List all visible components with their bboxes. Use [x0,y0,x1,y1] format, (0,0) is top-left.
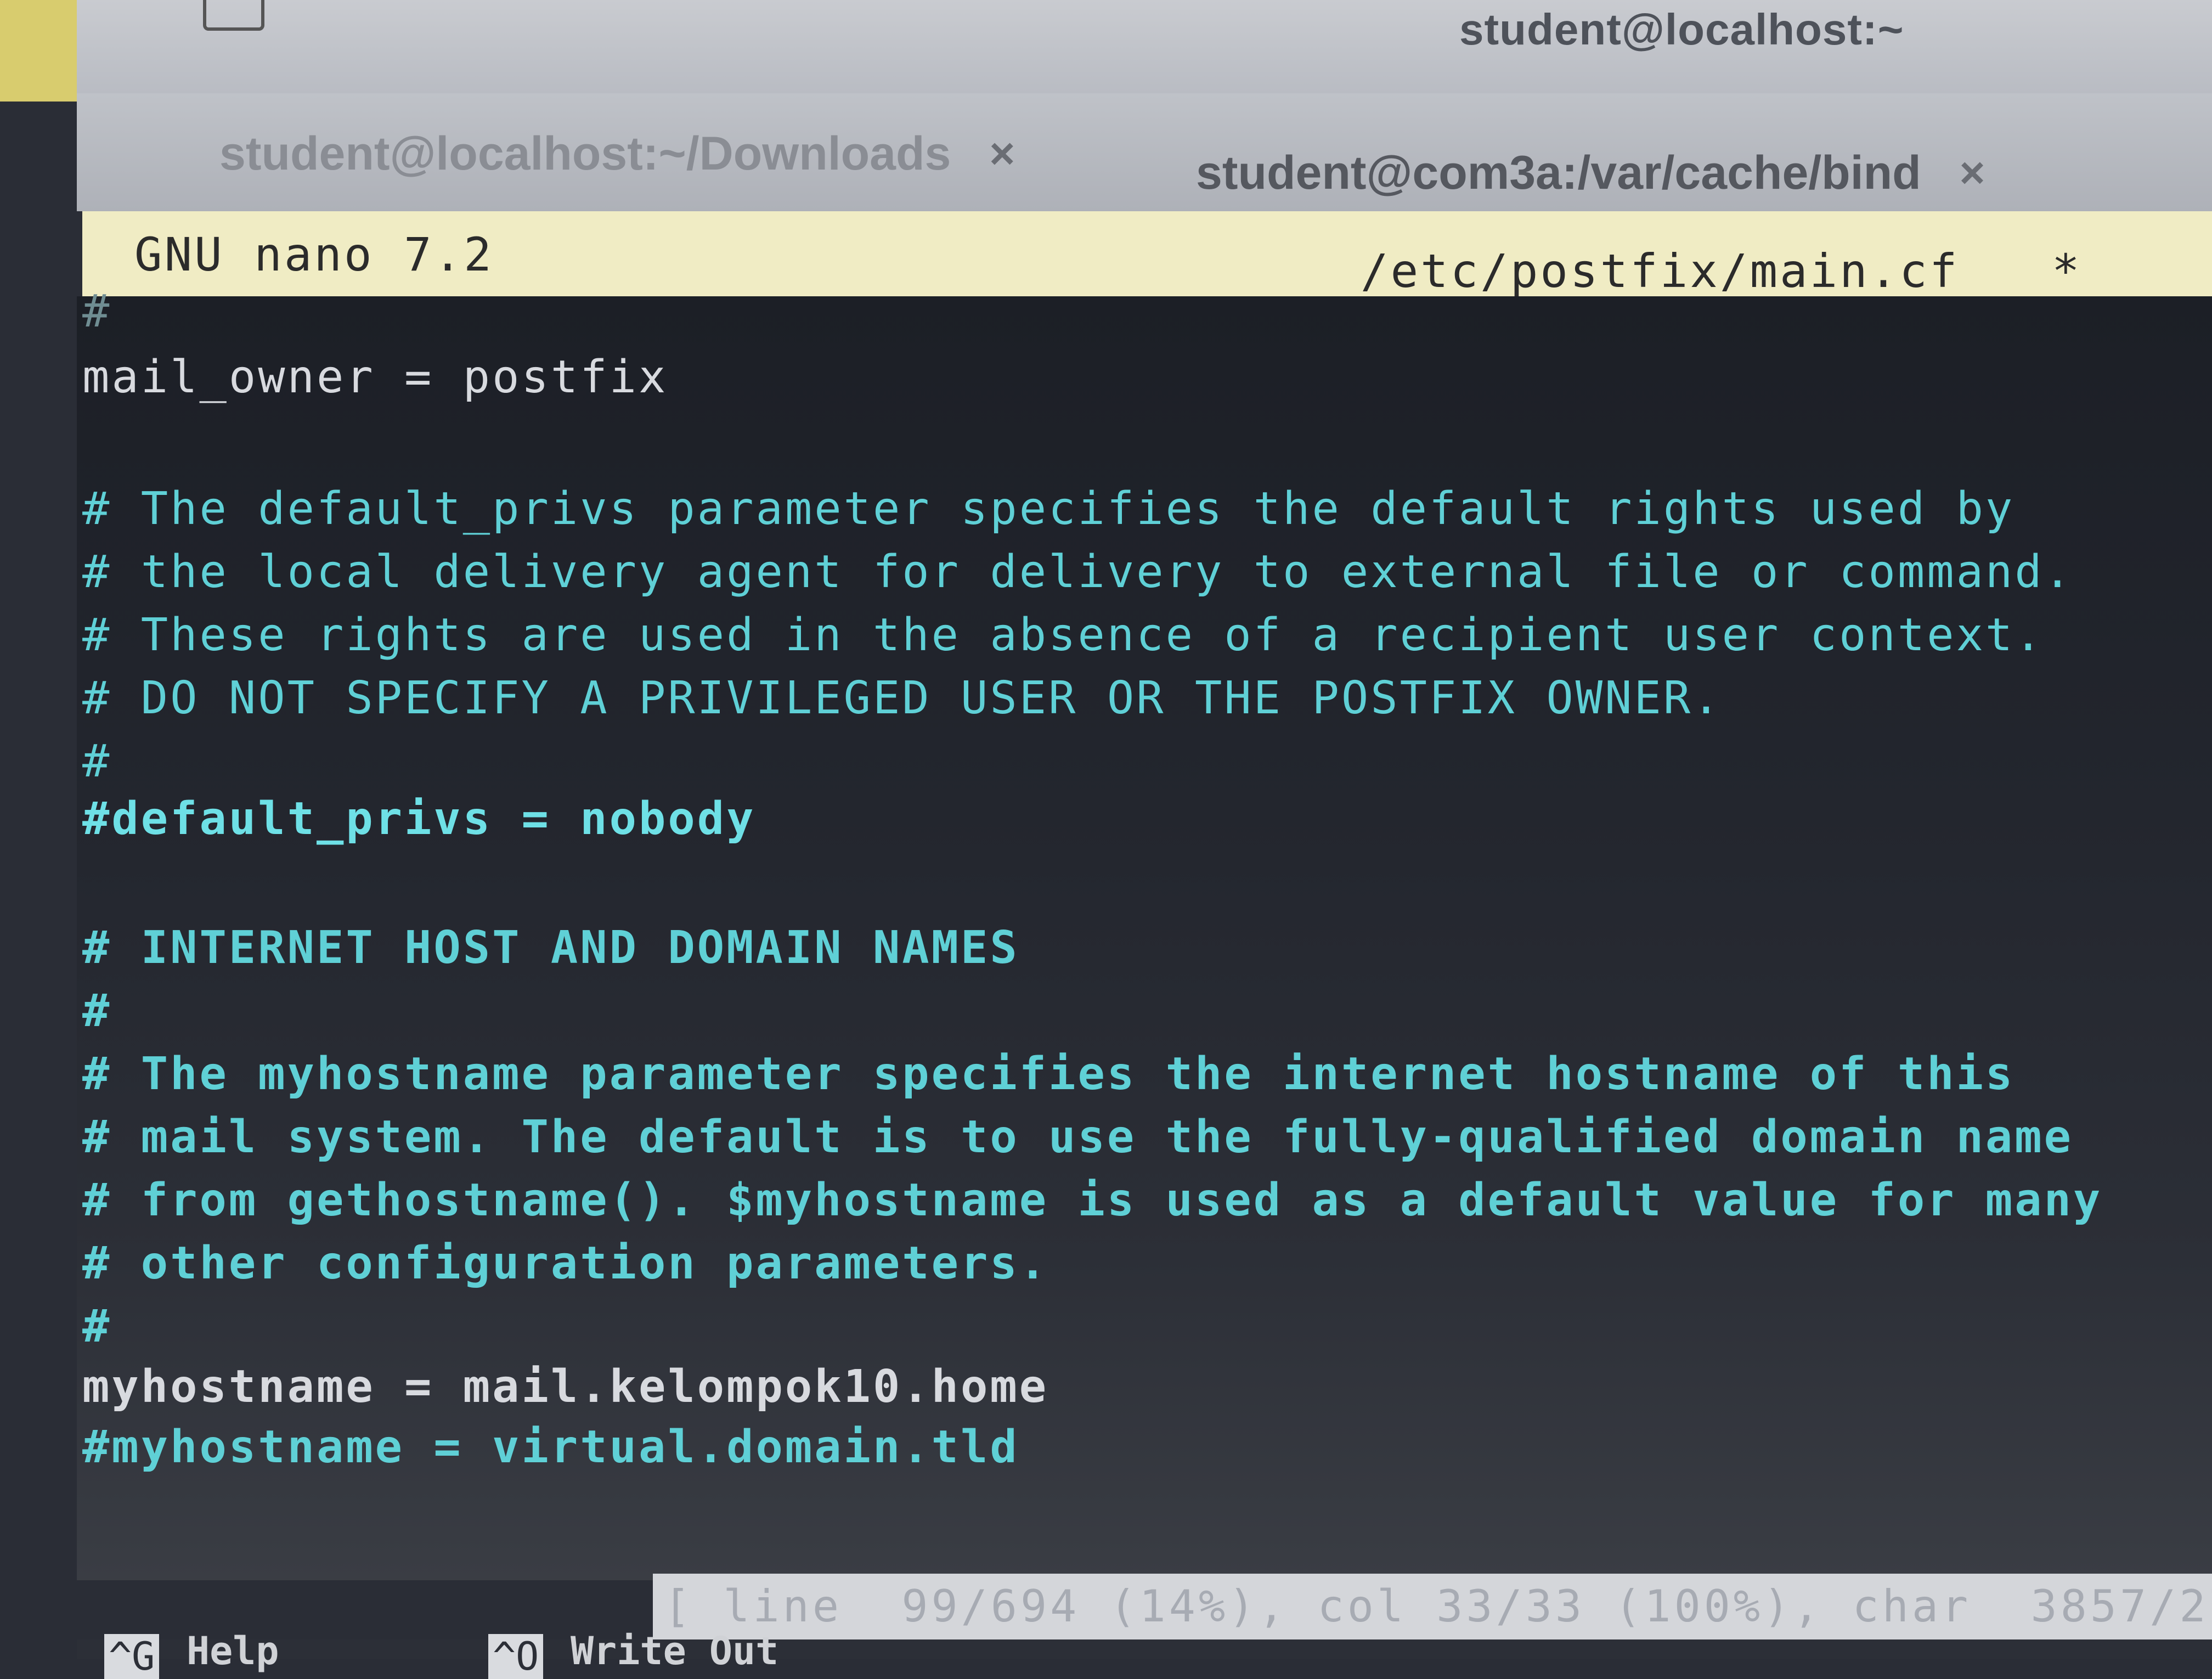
shortcut-label: Write Out [571,1629,779,1674]
window-titlebar: student@localhost:~ [77,0,2212,93]
tab-title: student@com3a:/var/cache/bind [1196,146,1921,199]
editor-line: # The myhostname parameter specifies the… [82,1048,2015,1100]
modified-marker: * [2052,244,2080,298]
shortcut-label: Help [187,1629,279,1674]
shortcut-key[interactable]: ^G [104,1634,160,1679]
editor-line: # the local delivery agent for delivery … [82,546,2074,598]
editor-line: # These rights are used in the absence o… [82,609,2044,661]
terminal-app-icon [203,0,264,31]
editor-line: # DO NOT SPECIFY A PRIVILEGED USER OR TH… [82,672,1722,724]
close-icon[interactable]: × [1960,148,1985,198]
editor-line: #default_privs = nobody [82,793,756,845]
terminal-tabbar: student@localhost:~/Downloads × student@… [77,93,2212,211]
editor-line: # from gethostname(). $myhostname is use… [82,1174,2103,1226]
editor-line: mail_owner = postfix [82,351,668,403]
editor-line: # [82,1300,112,1353]
editor-line: # The default_privs parameter specifies … [82,483,2015,535]
editor-line: # [82,735,112,787]
window-title: student@localhost:~ [1459,5,1904,54]
shortcut-bar: ^G Help ^O Write Out [77,1629,2212,1679]
file-name: /etc/postfix/main.cf [1361,244,1960,298]
editor-line: # INTERNET HOST AND DOMAIN NAMES [82,922,1019,974]
desktop-panel-strip [0,0,77,102]
shortcut-key[interactable]: ^O [488,1634,544,1679]
editor-area[interactable]: # mail_owner = postfix # The default_pri… [77,285,2212,1580]
close-icon[interactable]: × [989,128,1015,179]
editor-line: #myhostname = virtual.domain.tld [82,1421,1019,1473]
status-bar: [ line 99/694 (14%), col 33/33 (100%), c… [653,1574,2212,1639]
tab-downloads[interactable]: student@localhost:~/Downloads × [219,121,1015,187]
editor-line: # [82,985,112,1037]
tab-title: student@localhost:~/Downloads [219,127,951,180]
editor-line: # [82,285,112,337]
editor-line: # mail system. The default is to use the… [82,1111,2074,1163]
tab-bind[interactable]: student@com3a:/var/cache/bind × [1196,140,1985,206]
editor-line: myhostname = mail.kelompok10.home [82,1361,1049,1413]
nano-version: GNU nano 7.2 [134,228,494,281]
nano-titlebar: GNU nano 7.2 /etc/postfix/main.cf * [82,211,2212,298]
editor-line: # other configuration parameters. [82,1237,1049,1289]
